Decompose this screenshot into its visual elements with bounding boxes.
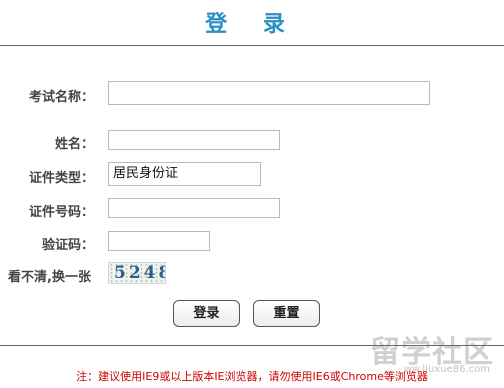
captcha-input[interactable] <box>108 231 210 251</box>
refresh-captcha-link[interactable]: 看不清,换一张 <box>8 266 91 285</box>
name-label: 姓名： <box>54 137 94 152</box>
captcha-code: 5248 <box>114 263 165 283</box>
captcha-label: 验证码： <box>41 238 94 253</box>
browser-note: 注：建议使用IE9或以上版本IE浏览器，请勿使用IE6或Chrome等浏览器 <box>76 370 428 383</box>
id-type-select[interactable]: 居民身份证 <box>108 162 261 186</box>
reset-button[interactable]: 重置 <box>253 300 320 327</box>
exam-name-input[interactable] <box>108 81 430 105</box>
id-number-input[interactable] <box>108 198 280 218</box>
top-divider <box>0 45 504 46</box>
login-button[interactable]: 登录 <box>173 300 240 327</box>
id-type-label: 证件类型： <box>28 171 94 186</box>
name-input[interactable] <box>108 130 280 150</box>
page-title: 登 录 <box>205 12 299 37</box>
id-number-label: 证件号码： <box>28 205 94 220</box>
exam-name-label: 考试名称： <box>28 90 94 105</box>
captcha-image[interactable]: 5248 <box>108 262 166 284</box>
